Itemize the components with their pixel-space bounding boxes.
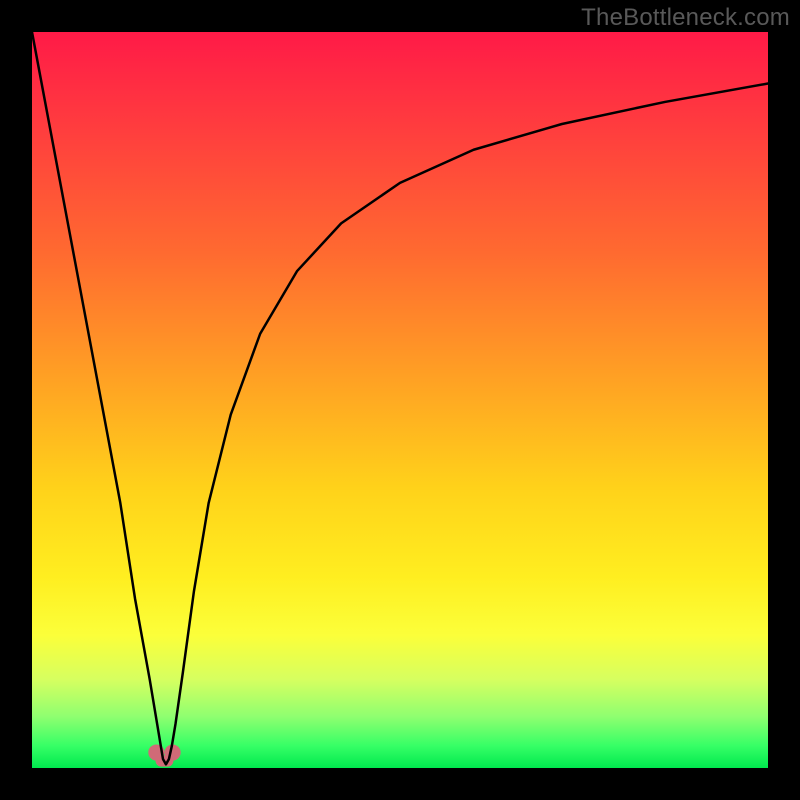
chart-frame: TheBottleneck.com [0,0,800,800]
chart-svg [32,32,768,768]
chart-plot-area [32,32,768,768]
watermark-text: TheBottleneck.com [581,4,790,32]
curve-path [32,32,768,764]
